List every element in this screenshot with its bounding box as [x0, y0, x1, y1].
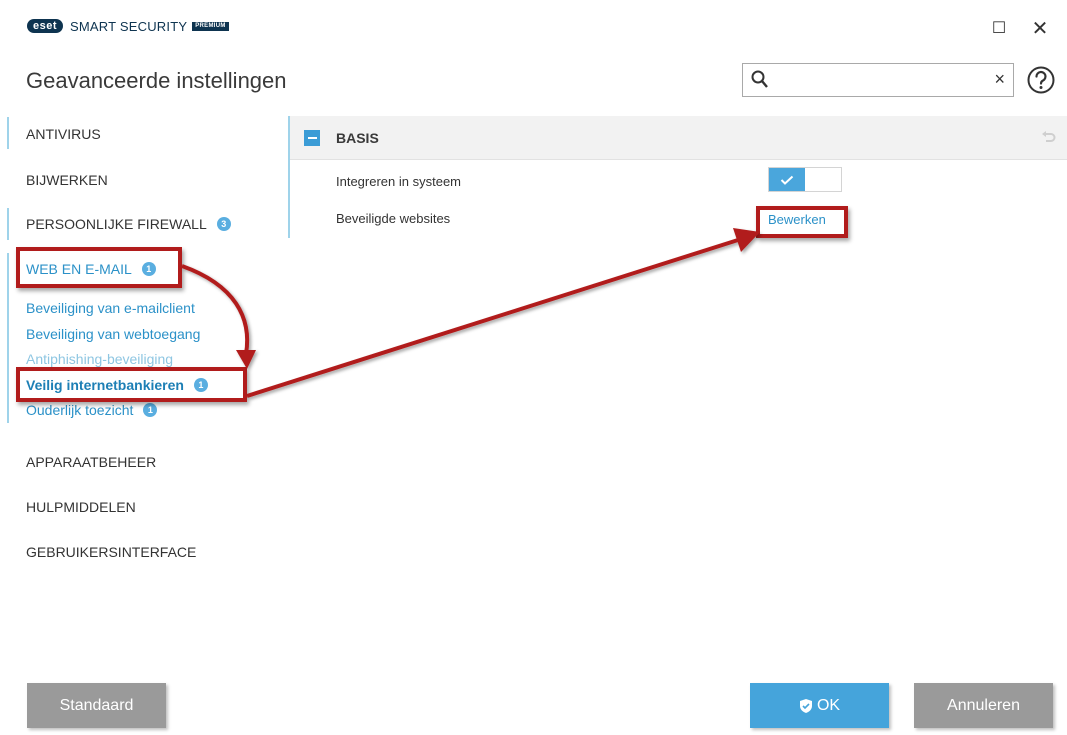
highlight-box: [16, 247, 182, 288]
toggle-on-state: [769, 168, 805, 191]
sidebar-subitem-label: Antiphishing-beveiliging: [26, 351, 174, 367]
setting-label: Integreren in systeem: [336, 174, 462, 189]
notification-badge: 1: [143, 403, 158, 417]
sidebar-item-label: PERSOONLIJKE FIREWALL: [26, 216, 207, 232]
sidebar-subitem-antiphishing[interactable]: Antiphishing-beveiliging: [26, 351, 173, 367]
maximize-button[interactable]: ☐: [989, 18, 1009, 38]
cancel-button-label: Annuleren: [947, 696, 1020, 714]
highlight-box: [756, 206, 848, 238]
undo-icon[interactable]: [1041, 129, 1057, 150]
sidebar-item-device-control[interactable]: APPARAATBEHEER: [26, 454, 156, 470]
nav-indicator: [7, 117, 9, 149]
title-bar: eset SMART SECURITY PREMIUM ☐ ✕: [0, 0, 1067, 44]
sidebar-item-label: ANTIVIRUS: [26, 126, 101, 142]
help-icon[interactable]: [1026, 65, 1056, 100]
highlight-box: [16, 367, 247, 402]
shield-icon: [799, 698, 813, 714]
sidebar-subitem-web-access[interactable]: Beveiliging van webtoegang: [26, 326, 200, 342]
integrate-system-toggle[interactable]: [768, 167, 842, 192]
search-box[interactable]: ×: [742, 63, 1014, 97]
sidebar-item-label: HULPMIDDELEN: [26, 499, 136, 515]
minus-icon: [307, 137, 317, 139]
page-title: Geavanceerde instellingen: [26, 68, 287, 93]
check-icon: [780, 175, 794, 185]
nav-indicator: [7, 253, 9, 423]
collapse-button[interactable]: [304, 130, 320, 146]
edition-badge: PREMIUM: [192, 21, 229, 31]
eset-logo: eset SMART SECURITY PREMIUM: [27, 18, 229, 34]
search-input[interactable]: [775, 68, 979, 94]
product-name: SMART SECURITY: [70, 18, 188, 34]
sidebar-subitem-parental-control[interactable]: Ouderlijk toezicht 1: [26, 402, 158, 418]
section-title: BASIS: [336, 130, 379, 146]
section-header: BASIS: [290, 116, 1067, 160]
sidebar-subitem-label: Beveiliging van e-mailclient: [26, 300, 195, 316]
ok-button[interactable]: OK: [750, 683, 889, 728]
sidebar-subitem-label: Beveiliging van webtoegang: [26, 326, 201, 342]
sidebar-item-label: APPARAATBEHEER: [26, 454, 157, 470]
sidebar-subitem-label: Ouderlijk toezicht: [26, 402, 134, 418]
nav-indicator: [7, 208, 9, 240]
default-button[interactable]: Standaard: [27, 683, 166, 728]
sidebar-item-firewall[interactable]: PERSOONLIJKE FIREWALL 3: [26, 216, 231, 232]
sidebar-item-bijwerken[interactable]: BIJWERKEN: [26, 172, 108, 188]
sidebar-item-antivirus[interactable]: ANTIVIRUS: [26, 126, 101, 142]
eset-logo-mark: eset: [27, 19, 64, 33]
ok-button-label: OK: [816, 696, 841, 714]
search-icon: [751, 70, 769, 95]
arrow-line: [246, 238, 739, 398]
close-icon: ✕: [1031, 17, 1049, 40]
sidebar-item-label: GEBRUIKERSINTERFACE: [26, 544, 197, 560]
sidebar-item-label: BIJWERKEN: [26, 172, 108, 188]
maximize-icon: ☐: [991, 20, 1007, 37]
setting-label: Beveiligde websites: [336, 211, 451, 226]
sidebar-item-user-interface[interactable]: GEBRUIKERSINTERFACE: [26, 544, 196, 560]
sidebar-item-tools[interactable]: HULPMIDDELEN: [26, 499, 136, 515]
clear-search-icon[interactable]: ×: [994, 69, 1005, 90]
close-button[interactable]: ✕: [1030, 17, 1050, 40]
sidebar-subitem-email-client[interactable]: Beveiliging van e-mailclient: [26, 300, 195, 316]
default-button-label: Standaard: [59, 696, 134, 714]
cancel-button[interactable]: Annuleren: [914, 683, 1053, 728]
notification-badge: 3: [216, 217, 231, 231]
